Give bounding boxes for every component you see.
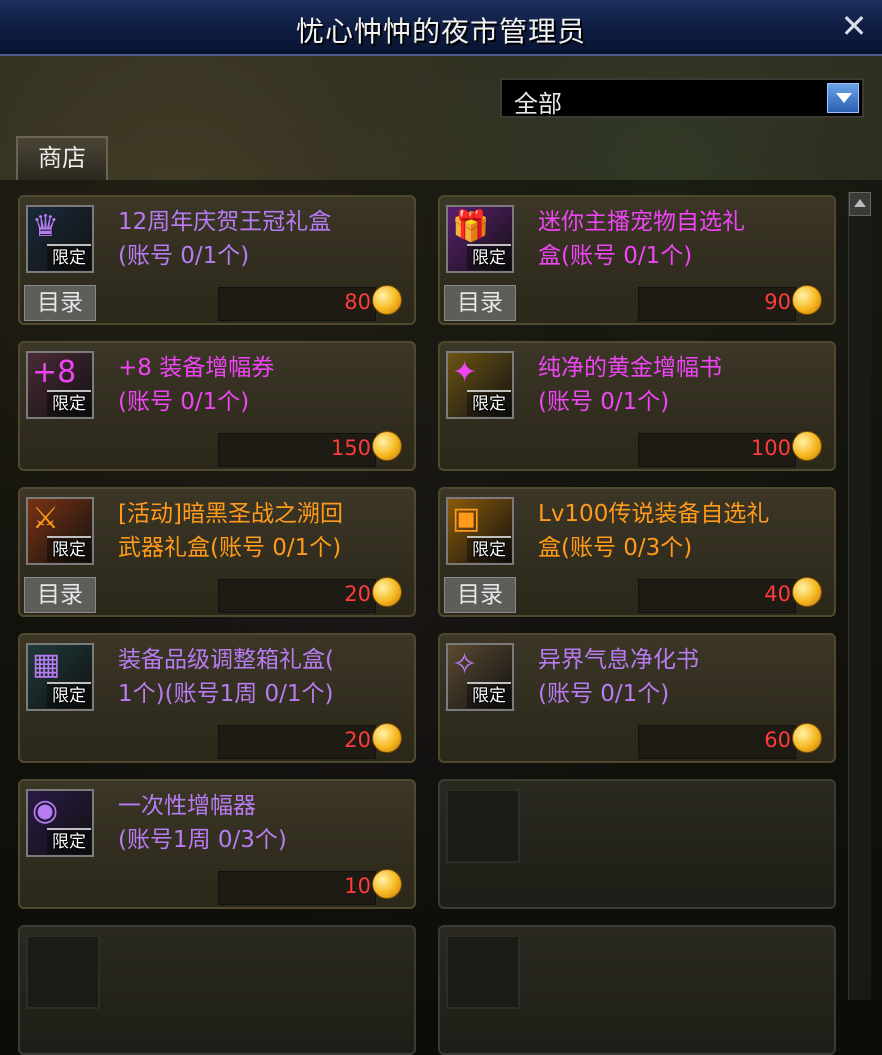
icon-glyph: ▣	[452, 501, 481, 536]
coin-icon	[372, 577, 402, 607]
grade-box-icon[interactable]: ▦ 限定	[26, 643, 94, 711]
icon-glyph: ✧	[452, 647, 478, 682]
pet-gift-box-icon[interactable]: 🎁 限定	[446, 205, 514, 273]
coin-icon	[792, 285, 822, 315]
limited-badge: 限定	[467, 682, 511, 708]
chevron-down-icon[interactable]	[827, 83, 859, 113]
item-price: 150	[330, 436, 371, 460]
crown-gift-icon[interactable]: ♛ 限定	[26, 205, 94, 273]
item-price: 100	[750, 436, 791, 460]
filter-selected-value: 全部	[514, 90, 562, 118]
icon-glyph: ▦	[32, 647, 61, 682]
price-box: 80	[218, 287, 376, 321]
empty-icon-slot	[26, 935, 100, 1009]
item-price: 20	[344, 582, 371, 606]
icon-glyph: ⚔	[32, 501, 59, 536]
filter-dropdown[interactable]: 全部	[500, 78, 864, 118]
icon-glyph: ◉	[32, 793, 59, 828]
coin-icon	[792, 723, 822, 753]
amplify-ticket-icon[interactable]: +8 限定	[26, 351, 94, 419]
window-title: 忧心忡忡的夜市管理员	[295, 15, 586, 48]
coin-icon	[372, 431, 402, 461]
item-price: 40	[764, 582, 791, 606]
tab-shop[interactable]: 商店	[16, 136, 108, 180]
coin-icon	[792, 577, 822, 607]
coin-icon	[372, 723, 402, 753]
price-box: 40	[638, 579, 796, 613]
purify-scroll-icon[interactable]: ✧ 限定	[446, 643, 514, 711]
price-box: 60	[638, 725, 796, 759]
item-name: [活动]暗黑圣战之溯回 武器礼盒(账号 0/1个)	[118, 501, 343, 561]
limited-badge: 限定	[47, 536, 91, 562]
item-name: 异界气息净化书 (账号 0/1个)	[538, 647, 699, 707]
limited-badge: 限定	[467, 244, 511, 270]
limited-badge: 限定	[47, 390, 91, 416]
item-card[interactable]: ♛ 限定 12周年庆贺王冠礼盒 (账号 0/1个) 目录 80	[18, 195, 416, 325]
item-card[interactable]: 🎁 限定 迷你主播宠物自选礼 盒(账号 0/1个) 目录 90	[438, 195, 836, 325]
price-box: 90	[638, 287, 796, 321]
item-price: 10	[344, 874, 371, 898]
close-icon[interactable]: ✕	[836, 8, 872, 44]
catalog-button[interactable]: 目录	[24, 285, 96, 321]
price-box: 10	[218, 871, 376, 905]
icon-glyph: 🎁	[452, 209, 490, 244]
icon-glyph: ✦	[452, 355, 478, 390]
item-name: 一次性增幅器 (账号1周 0/3个)	[118, 793, 287, 853]
item-card[interactable]: ▦ 限定 装备品级调整箱礼盒( 1个)(账号1周 0/1个) 20	[18, 633, 416, 763]
coin-icon	[792, 431, 822, 461]
icon-glyph: +8	[32, 355, 77, 390]
empty-item-slot	[18, 925, 416, 1055]
limited-badge: 限定	[467, 536, 511, 562]
catalog-button[interactable]: 目录	[444, 285, 516, 321]
item-name: 装备品级调整箱礼盒( 1个)(账号1周 0/1个)	[118, 647, 334, 707]
item-price: 80	[344, 290, 371, 314]
item-card[interactable]: ✧ 限定 异界气息净化书 (账号 0/1个) 60	[438, 633, 836, 763]
price-box: 20	[218, 579, 376, 613]
item-name: 12周年庆贺王冠礼盒 (账号 0/1个)	[118, 209, 332, 269]
weapon-box-icon[interactable]: ⚔ 限定	[26, 497, 94, 565]
item-card[interactable]: ⚔ 限定 [活动]暗黑圣战之溯回 武器礼盒(账号 0/1个) 目录 20	[18, 487, 416, 617]
amplifier-orb-icon[interactable]: ◉ 限定	[26, 789, 94, 857]
price-box: 100	[638, 433, 796, 467]
item-name: 纯净的黄金增幅书 (账号 0/1个)	[538, 355, 722, 415]
item-price: 60	[764, 728, 791, 752]
coin-icon	[372, 285, 402, 315]
price-box: 150	[218, 433, 376, 467]
item-card[interactable]: ✦ 限定 纯净的黄金增幅书 (账号 0/1个) 100	[438, 341, 836, 471]
item-card[interactable]: +8 限定 +8 装备增幅券 (账号 0/1个) 150	[18, 341, 416, 471]
item-name: Lv100传说装备自选礼 盒(账号 0/3个)	[538, 501, 770, 561]
scroll-up-icon[interactable]	[849, 192, 871, 216]
legendary-box-icon[interactable]: ▣ 限定	[446, 497, 514, 565]
item-card[interactable]: ◉ 限定 一次性增幅器 (账号1周 0/3个) 10	[18, 779, 416, 909]
gold-book-icon[interactable]: ✦ 限定	[446, 351, 514, 419]
limited-badge: 限定	[47, 244, 91, 270]
item-card[interactable]: ▣ 限定 Lv100传说装备自选礼 盒(账号 0/3个) 目录 40	[438, 487, 836, 617]
item-name: 迷你主播宠物自选礼 盒(账号 0/1个)	[538, 209, 745, 269]
item-price: 90	[764, 290, 791, 314]
limited-badge: 限定	[467, 390, 511, 416]
empty-icon-slot	[446, 935, 520, 1009]
empty-item-slot	[438, 779, 836, 909]
scrollbar[interactable]	[848, 192, 871, 1000]
title-bar: 忧心忡忡的夜市管理员 ✕	[0, 0, 882, 56]
icon-glyph: ♛	[32, 209, 59, 244]
limited-badge: 限定	[47, 682, 91, 708]
price-box: 20	[218, 725, 376, 759]
item-name: +8 装备增幅券 (账号 0/1个)	[118, 355, 275, 415]
catalog-button[interactable]: 目录	[444, 577, 516, 613]
item-price: 20	[344, 728, 371, 752]
limited-badge: 限定	[47, 828, 91, 854]
empty-icon-slot	[446, 789, 520, 863]
catalog-button[interactable]: 目录	[24, 577, 96, 613]
coin-icon	[372, 869, 402, 899]
empty-item-slot	[438, 925, 836, 1055]
